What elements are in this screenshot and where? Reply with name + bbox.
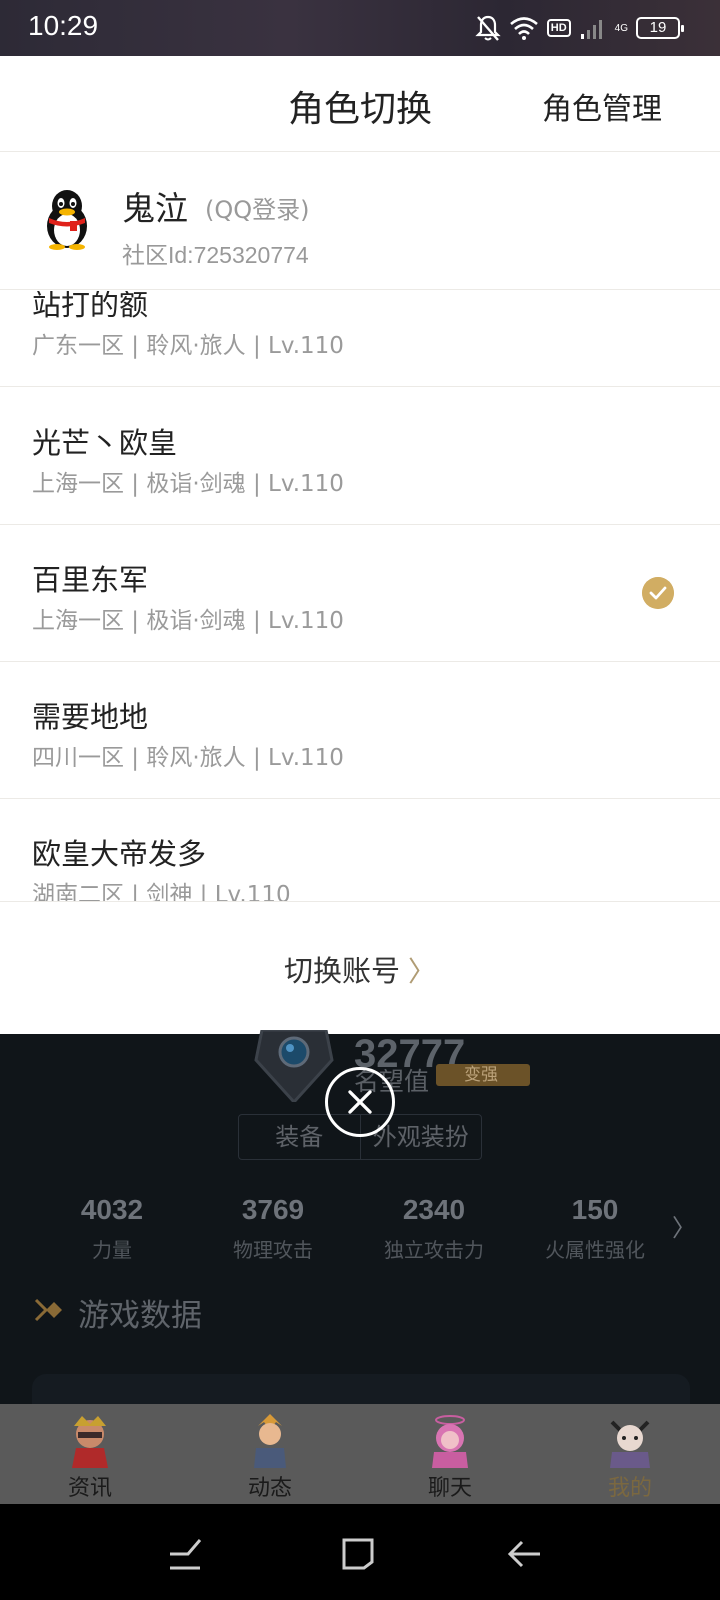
qq-penguin-icon (47, 190, 87, 250)
role-name: 欧皇大帝发多 (32, 837, 207, 871)
section-title: 游戏数据 (78, 1298, 202, 1334)
role-item[interactable]: 欧皇大帝发多 湖南二区 | 剑神 | Lv.110 (0, 799, 720, 901)
role-manage-button[interactable]: 角色管理 (542, 84, 662, 128)
switch-account-button[interactable]: 切换账号〉 (0, 901, 720, 1034)
stats-row: 4032 力量 3769 物理攻击 2340 独立攻击力 150 火属性强化 〉 (0, 1194, 720, 1274)
role-item[interactable]: 站打的额 广东一区 | 聆风·旅人 | Lv.110 (0, 291, 720, 387)
login-type: (QQ登录) (205, 196, 310, 224)
tab-chat[interactable]: 聊天 (360, 1404, 540, 1504)
recents-nav-icon[interactable] (166, 1534, 206, 1574)
status-time: 10:29 (28, 10, 99, 41)
switch-account-label: 切换账号 (283, 954, 400, 988)
news-character-icon (72, 1416, 108, 1468)
role-name: 百里东军 (32, 563, 149, 597)
signal-icon (580, 20, 602, 39)
chevron-right-icon: 〉 (408, 955, 437, 988)
role-list[interactable]: 站打的额 广东一区 | 聆风·旅人 | Lv.110 光芒丶欧皇 上海一区 | … (0, 291, 720, 901)
role-info: 湖南二区 | 剑神 | Lv.110 (32, 882, 291, 901)
stat-label: 力量 (92, 1238, 132, 1262)
role-info: 上海一区 | 极诣·剑魂 | Lv.110 (32, 471, 344, 497)
role-info: 四川一区 | 聆风·旅人 | Lv.110 (32, 745, 344, 771)
account-info: 鬼泣 (QQ登录) 社区Id:725320774 (0, 152, 720, 290)
stat-label: 物理攻击 (233, 1238, 313, 1262)
tab-mine[interactable]: 我的 (540, 1404, 720, 1504)
bell-muted-icon (475, 15, 501, 41)
tab-news[interactable]: 资讯 (0, 1404, 180, 1504)
stat-item: 150 火属性强化 (520, 1194, 670, 1263)
role-name: 光芒丶欧皇 (32, 426, 178, 460)
home-nav-icon[interactable] (338, 1534, 378, 1574)
stat-label: 火属性强化 (545, 1238, 645, 1262)
role-item[interactable]: 需要地地 四川一区 | 聆风·旅人 | Lv.110 (0, 662, 720, 799)
status-icons: HD 4G 19 (475, 14, 684, 42)
tab-feed[interactable]: 动态 (180, 1404, 360, 1504)
community-id: 社区Id:725320774 (122, 242, 309, 268)
role-switch-sheet: 角色切换 角色管理 鬼泣 (QQ登录) 社区Id:725320774 站打的额 … (0, 56, 720, 1034)
network-type: 4G (614, 22, 628, 34)
hd-badge: HD (546, 19, 571, 37)
sheet-header: 角色切换 角色管理 (0, 56, 720, 152)
stats-more-icon[interactable]: 〉 (672, 1208, 696, 1243)
account-name: 鬼泣 (122, 189, 188, 228)
stat-item: 4032 力量 (37, 1194, 187, 1263)
role-info: 上海一区 | 极诣·剑魂 | Lv.110 (32, 608, 344, 634)
system-nav-bar (0, 1504, 720, 1600)
feed-character-icon (254, 1414, 286, 1468)
stat-value: 3769 (241, 1194, 305, 1225)
stat-value: 4032 (80, 1194, 144, 1225)
status-bar: 10:29 HD 4G 19 (0, 0, 720, 56)
role-item[interactable]: 光芒丶欧皇 上海一区 | 极诣·剑魂 | Lv.110 (0, 388, 720, 525)
mine-character-icon (610, 1420, 650, 1468)
role-item-selected[interactable]: 百里东军 上海一区 | 极诣·剑魂 | Lv.110 (0, 525, 720, 662)
strong-badge[interactable]: 变强 (436, 1064, 530, 1086)
stat-value: 2340 (402, 1194, 466, 1225)
back-nav-icon[interactable] (506, 1534, 546, 1574)
tab-label: 资讯 (67, 1476, 112, 1501)
stat-label: 独立攻击力 (384, 1238, 484, 1262)
chat-character-icon (432, 1415, 468, 1468)
tab-label: 聊天 (427, 1476, 472, 1501)
battery-icon: 19 (636, 17, 684, 39)
rank-emblem-icon (254, 1030, 334, 1102)
stat-item: 3769 物理攻击 (198, 1194, 348, 1263)
close-icon[interactable] (325, 1067, 395, 1137)
tab-label: 动态 (247, 1476, 292, 1501)
wifi-icon (509, 17, 538, 40)
arrow-diamond-icon (34, 1298, 62, 1322)
role-name: 需要地地 (32, 700, 149, 734)
role-name: 站打的额 (32, 291, 149, 322)
checkmark-icon (642, 577, 674, 609)
bottom-tab-bar: 资讯 动态 聊天 我的 (0, 1404, 720, 1504)
stat-item: 2340 独立攻击力 (359, 1194, 509, 1263)
role-info: 广东一区 | 聆风·旅人 | Lv.110 (32, 333, 344, 359)
tab-label: 我的 (607, 1476, 652, 1501)
stat-value: 150 (571, 1194, 619, 1225)
